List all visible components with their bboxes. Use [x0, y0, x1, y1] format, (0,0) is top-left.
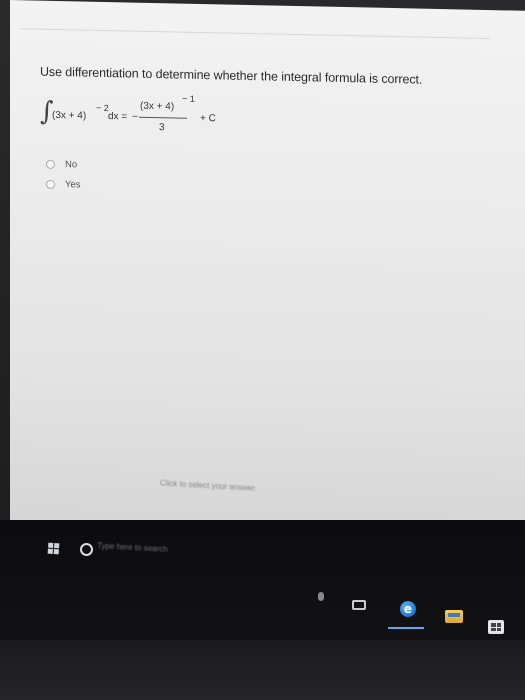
store-icon[interactable] — [488, 620, 504, 634]
radio-yes[interactable] — [46, 179, 55, 189]
integration-constant: + C — [200, 112, 216, 125]
minus-sign: − — [132, 111, 138, 123]
radio-no[interactable] — [46, 159, 55, 169]
quiz-page: Use differentiation to determine whether… — [10, 0, 525, 531]
fraction-numerator: (3x + 4) — [140, 100, 175, 113]
answer-option-label: Yes — [65, 179, 81, 191]
task-view-icon[interactable] — [352, 600, 366, 610]
integral-formula: ∫ (3x + 4) − 2 dx = − (3x + 4) − 1 3 + C — [40, 93, 300, 142]
edge-browser-icon[interactable]: e — [400, 601, 416, 617]
photo-frame: Use differentiation to determine whether… — [0, 0, 525, 700]
fraction-bar — [139, 116, 187, 119]
differential: dx = — [108, 111, 128, 123]
windows-logo-icon[interactable] — [47, 542, 60, 555]
file-explorer-icon[interactable] — [445, 610, 463, 623]
integrand: (3x + 4) — [52, 109, 87, 122]
integrand-exponent: − 2 — [96, 102, 109, 114]
active-app-indicator — [388, 627, 424, 629]
numerator-exponent: − 1 — [182, 93, 195, 104]
answer-option-yes[interactable]: Yes — [46, 179, 81, 191]
question-text: Use differentiation to determine whether… — [40, 64, 423, 87]
fraction-denominator: 3 — [159, 122, 165, 134]
answer-option-no[interactable]: No — [46, 159, 78, 171]
answer-option-label: No — [65, 159, 78, 171]
microphone-icon[interactable] — [318, 592, 324, 601]
cortana-circle-icon[interactable] — [80, 543, 93, 556]
header-divider — [20, 28, 490, 40]
instruction-hint: Click to select your answer. — [159, 478, 258, 493]
desk-surface — [0, 640, 525, 700]
